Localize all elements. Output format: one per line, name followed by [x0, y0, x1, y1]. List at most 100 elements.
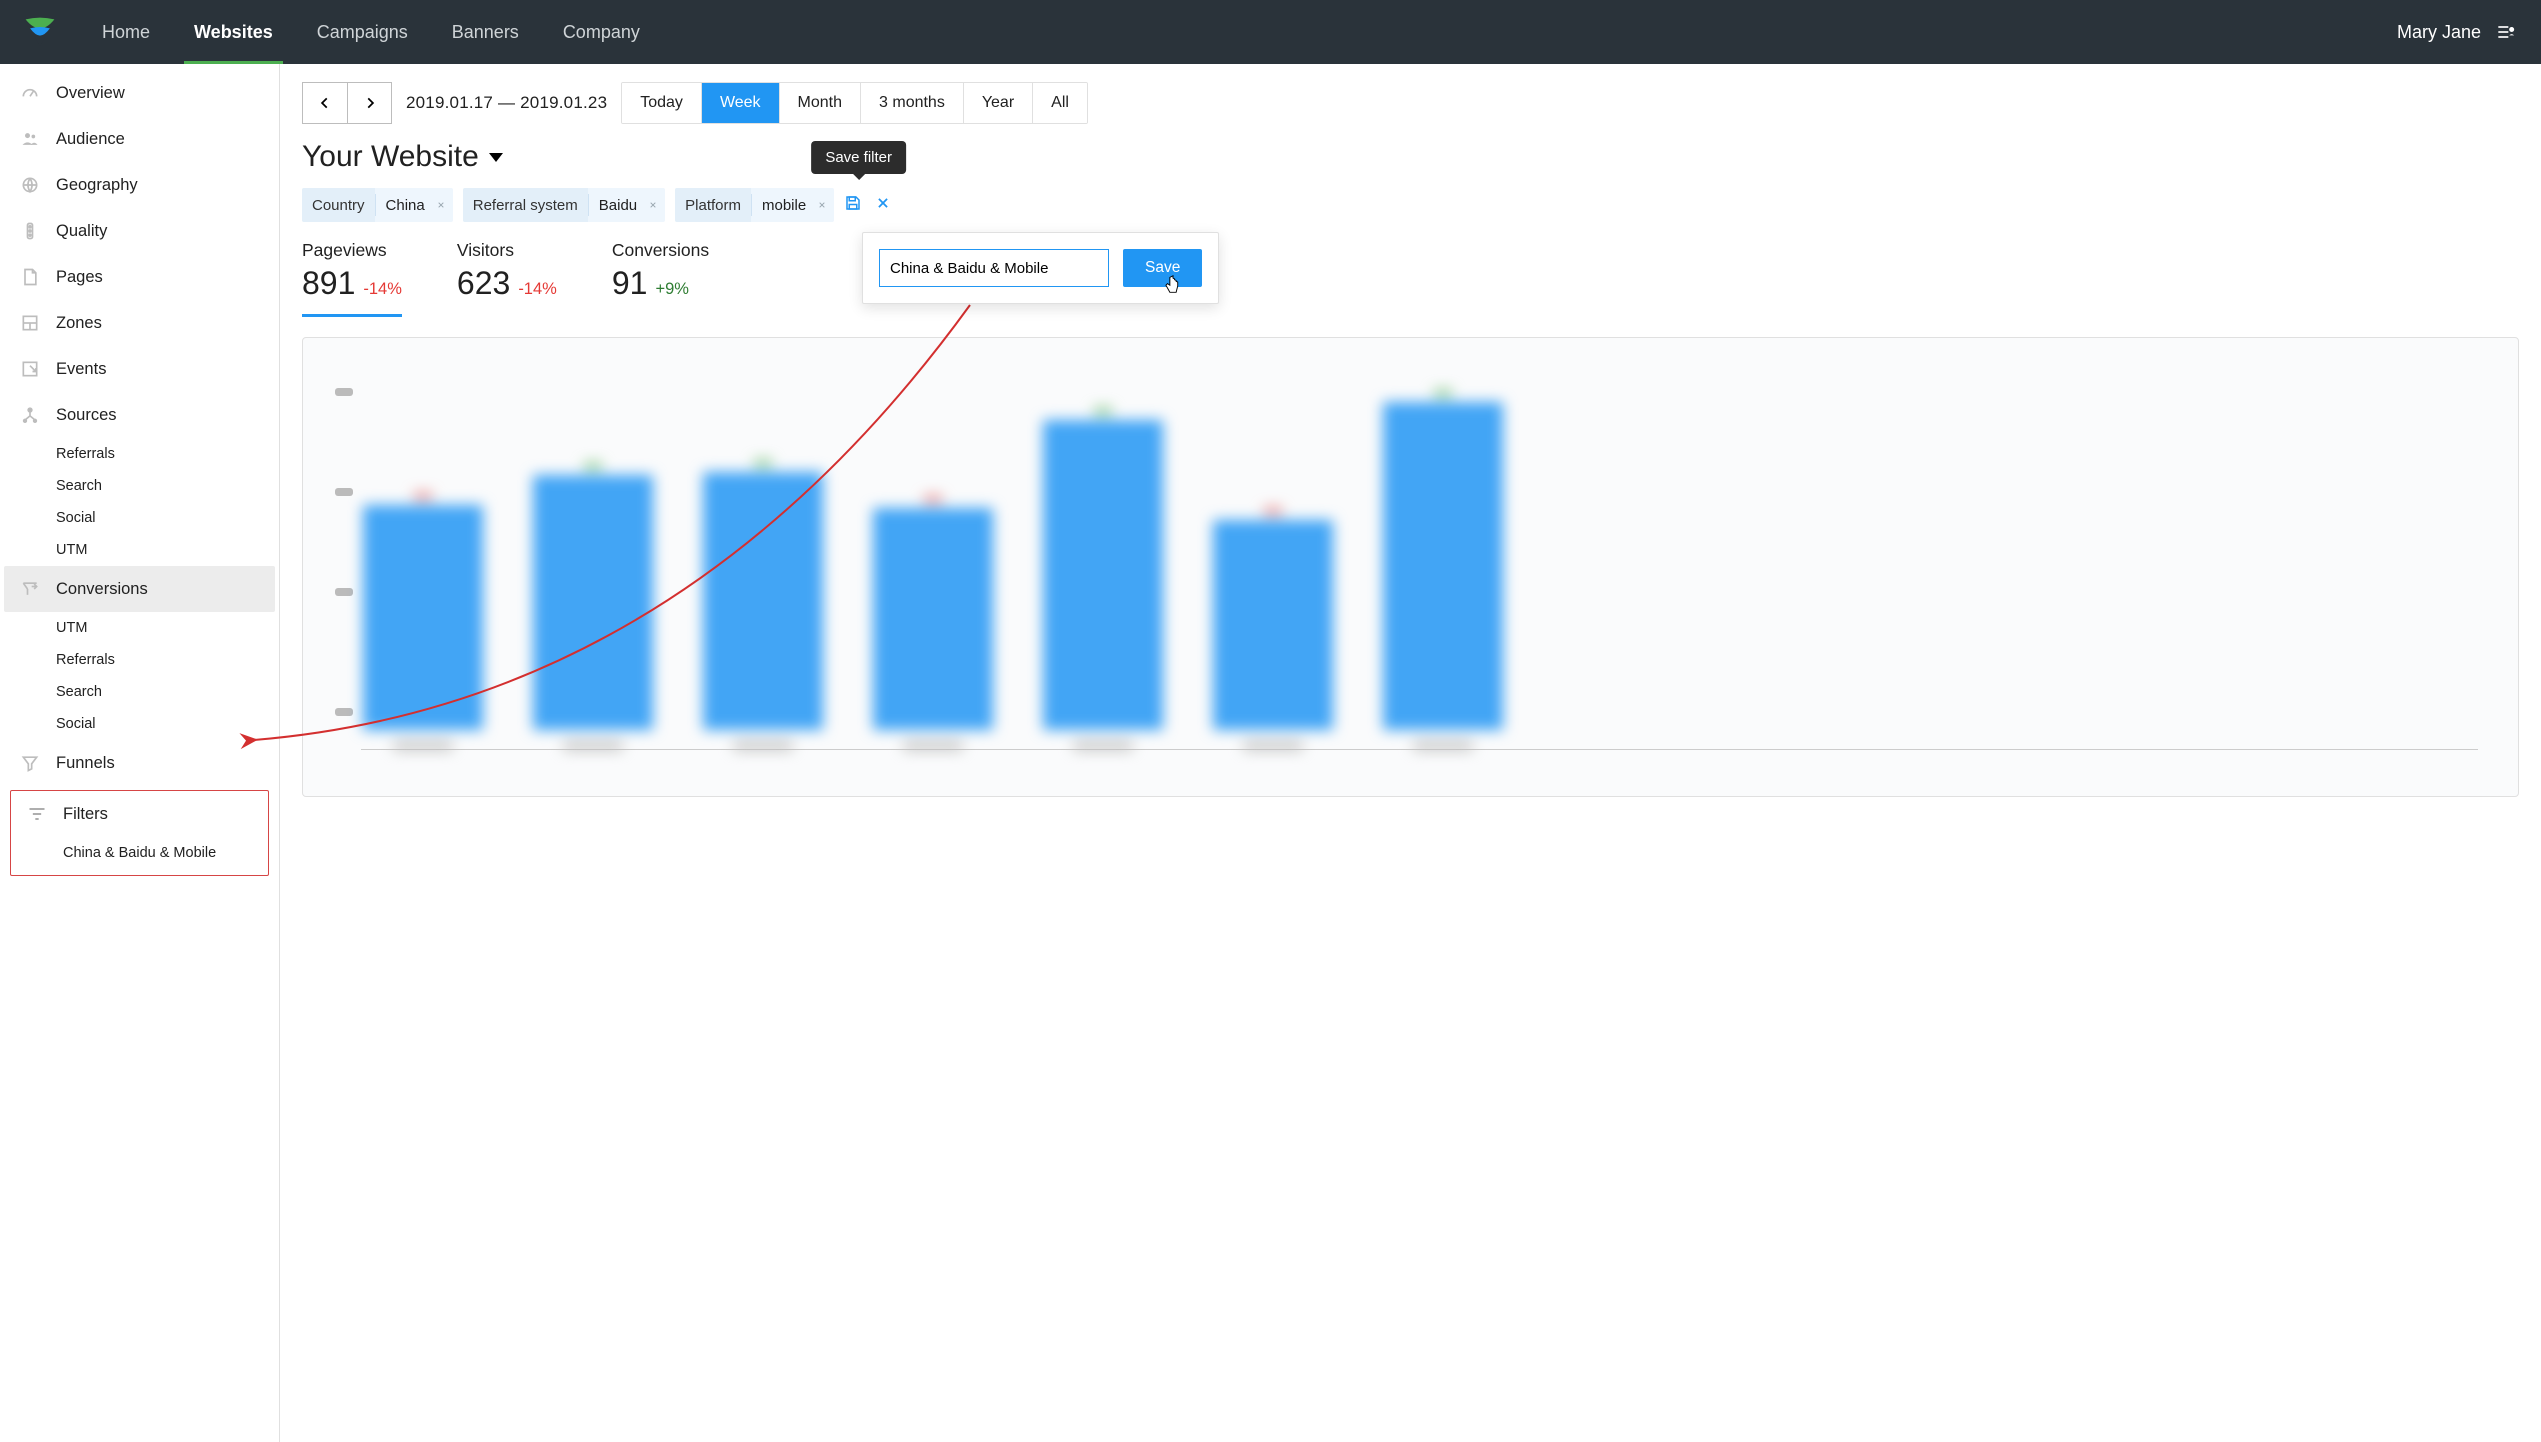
- sidebar-item-quality[interactable]: Quality: [4, 208, 275, 254]
- range-month[interactable]: Month: [779, 83, 860, 123]
- range-week[interactable]: Week: [701, 83, 779, 123]
- date-range-selector: TodayWeekMonth3 monthsYearAll: [621, 82, 1088, 124]
- metric-label: Visitors: [457, 240, 557, 261]
- filter-tag-label: Country: [302, 188, 375, 222]
- chart-bar: [703, 460, 823, 750]
- sidebar-subitem-referrals[interactable]: Referrals: [4, 438, 275, 470]
- filter-icon: [25, 802, 49, 826]
- event-icon: [18, 357, 42, 381]
- people-icon: [18, 127, 42, 151]
- filter-name-input[interactable]: [879, 249, 1109, 287]
- chart-bar: [1213, 508, 1333, 750]
- globe-icon: [18, 173, 42, 197]
- range-year[interactable]: Year: [963, 83, 1032, 123]
- sidebar-subitem-referrals[interactable]: Referrals: [4, 644, 275, 676]
- sidebar-item-label: Geography: [56, 176, 138, 195]
- metric-pageviews[interactable]: Pageviews891-14%: [302, 240, 402, 317]
- metric-visitors[interactable]: Visitors 623 -14%: [457, 240, 557, 317]
- save-filter-button[interactable]: [844, 194, 862, 216]
- sidebar-item-label: Overview: [56, 84, 125, 103]
- filter-tag-value: mobile: [752, 188, 816, 222]
- top-nav: HomeWebsitesCampaignsBannersCompany Mary…: [0, 0, 2541, 64]
- metric-delta: +9%: [655, 280, 688, 299]
- saved-filter-item[interactable]: China & Baidu & Mobile: [11, 837, 268, 869]
- range-all[interactable]: All: [1032, 83, 1087, 123]
- app-logo: [20, 12, 60, 52]
- save-filter-popover: Save: [862, 232, 1219, 304]
- chart-bar: [1043, 408, 1163, 750]
- save-filter-tooltip: Save filter: [811, 141, 906, 174]
- nav-link-company[interactable]: Company: [541, 0, 662, 64]
- nav-link-campaigns[interactable]: Campaigns: [295, 0, 430, 64]
- range-today[interactable]: Today: [622, 83, 701, 123]
- close-icon: [437, 200, 445, 210]
- sidebar-subitem-search[interactable]: Search: [4, 470, 275, 502]
- filter-tag-label: Referral system: [463, 188, 588, 222]
- metric-value: 91: [612, 265, 648, 302]
- sidebar-subitem-social[interactable]: Social: [4, 502, 275, 534]
- range-3-months[interactable]: 3 months: [860, 83, 963, 123]
- sidebar-item-label: Filters: [63, 805, 108, 824]
- date-bar: 2019.01.17 — 2019.01.23 TodayWeekMonth3 …: [302, 82, 2519, 124]
- chevron-left-icon: [318, 96, 332, 110]
- nav-link-home[interactable]: Home: [80, 0, 172, 64]
- chevron-right-icon: [363, 96, 377, 110]
- filters-box-highlight: Filters China & Baidu & Mobile: [10, 790, 269, 876]
- page-icon: [18, 265, 42, 289]
- funnel-icon: [18, 751, 42, 775]
- metric-delta: -14%: [518, 280, 557, 299]
- user-name: Mary Jane: [2397, 22, 2481, 43]
- close-icon: [649, 200, 657, 210]
- metric-value: 891: [302, 265, 355, 302]
- filter-tag-remove[interactable]: [647, 188, 665, 222]
- sidebar-item-conversions[interactable]: Conversions: [4, 566, 275, 612]
- sidebar-item-pages[interactable]: Pages: [4, 254, 275, 300]
- filter-actions: Save filter: [844, 194, 890, 216]
- close-icon: [876, 196, 890, 210]
- save-button[interactable]: Save: [1123, 249, 1202, 287]
- metric-conversions[interactable]: Conversions 91 +9%: [612, 240, 709, 317]
- metric-delta: -14%: [363, 280, 402, 299]
- chart-bar: [533, 463, 653, 750]
- sidebar-item-sources[interactable]: Sources: [4, 392, 275, 438]
- date-next-button[interactable]: [347, 83, 391, 123]
- filter-tag-referral-system: Referral systemBaidu: [463, 188, 665, 222]
- sidebar-item-label: Sources: [56, 406, 117, 425]
- traffic-icon: [18, 219, 42, 243]
- sidebar-item-label: Audience: [56, 130, 125, 149]
- sidebar-item-label: Funnels: [56, 754, 115, 773]
- site-title: Your Website: [302, 140, 479, 174]
- filter-tag-value: China: [376, 188, 435, 222]
- sidebar-subitem-social[interactable]: Social: [4, 708, 275, 740]
- sidebar-item-overview[interactable]: Overview: [4, 70, 275, 116]
- sidebar-item-geography[interactable]: Geography: [4, 162, 275, 208]
- filter-tag-remove[interactable]: [816, 188, 834, 222]
- caret-down-icon: [489, 153, 503, 162]
- nav-link-websites[interactable]: Websites: [172, 0, 295, 64]
- sidebar-item-audience[interactable]: Audience: [4, 116, 275, 162]
- sidebar-item-events[interactable]: Events: [4, 346, 275, 392]
- nav-link-banners[interactable]: Banners: [430, 0, 541, 64]
- sidebar-item-funnels[interactable]: Funnels: [4, 740, 275, 786]
- sidebar-item-label: Quality: [56, 222, 107, 241]
- sidebar-subitem-utm[interactable]: UTM: [4, 534, 275, 566]
- sidebar-subitem-search[interactable]: Search: [4, 676, 275, 708]
- site-selector[interactable]: Your Website: [302, 140, 2519, 174]
- sidebar-item-zones[interactable]: Zones: [4, 300, 275, 346]
- sidebar-item-label: Pages: [56, 268, 103, 287]
- metric-value: 623: [457, 265, 510, 302]
- metric-label: Conversions: [612, 240, 709, 261]
- close-icon: [818, 200, 826, 210]
- clear-filters-button[interactable]: [876, 196, 890, 215]
- sidebar-item-label: Conversions: [56, 580, 148, 599]
- chart-bar: [873, 496, 993, 750]
- sidebar-item-filters[interactable]: Filters: [11, 791, 268, 837]
- sidebar-subitem-utm[interactable]: UTM: [4, 612, 275, 644]
- date-prev-button[interactable]: [303, 83, 347, 123]
- filter-tag-remove[interactable]: [435, 188, 453, 222]
- user-menu[interactable]: Mary Jane: [2383, 22, 2529, 43]
- filter-tag-label: Platform: [675, 188, 751, 222]
- main-content: 2019.01.17 — 2019.01.23 TodayWeekMonth3 …: [280, 64, 2541, 1442]
- funnel-out-icon: [18, 577, 42, 601]
- filter-tag-country: CountryChina: [302, 188, 453, 222]
